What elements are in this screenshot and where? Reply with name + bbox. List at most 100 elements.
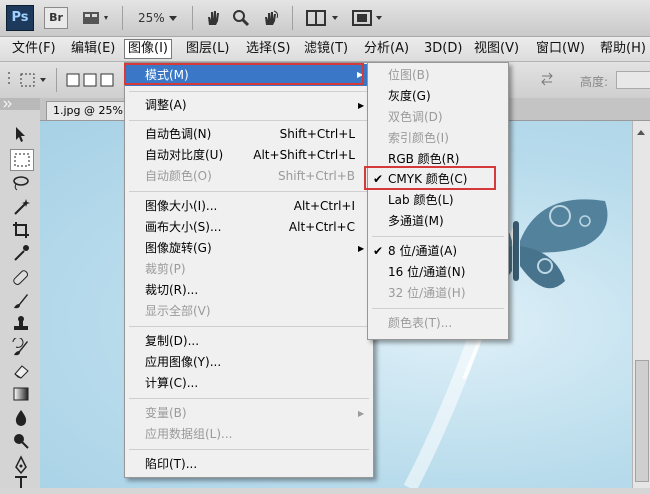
menu-item-adjustments[interactable]: 调整(A) ▶ xyxy=(125,95,373,116)
lasso-tool-icon[interactable] xyxy=(10,173,32,193)
menu-item-canvas-size[interactable]: 画布大小(S)... Alt+Ctrl+C xyxy=(125,217,373,238)
menu-item-apply-image[interactable]: 应用图像(Y)... xyxy=(125,352,373,373)
menu-bar: 文件(F) 编辑(E) 图像(I) 图层(L) 选择(S) 滤镜(T) 分析(A… xyxy=(0,37,650,62)
menu-layer[interactable]: 图层(L) xyxy=(183,40,232,58)
divider xyxy=(192,6,193,30)
checkmark-icon: ✔ xyxy=(373,244,384,258)
submenu-item-16-bit[interactable]: 16 位/通道(N) xyxy=(368,262,508,283)
menu-item-label: 调整(A) xyxy=(145,98,187,112)
menu-item-label: 应用图像(Y)... xyxy=(145,355,222,369)
menu-item-label: 自动颜色(O) xyxy=(145,169,212,183)
menu-image[interactable]: 图像(I) xyxy=(124,39,172,59)
menu-item-duplicate[interactable]: 复制(D)... xyxy=(125,331,373,352)
dodge-tool-icon[interactable] xyxy=(10,431,32,451)
submenu-item-32-bit: 32 位/通道(H) xyxy=(368,283,508,304)
menu-filter[interactable]: 滤镜(T) xyxy=(301,40,351,58)
submenu-item-bitmap: 位图(B) xyxy=(368,65,508,86)
menu-item-image-size[interactable]: 图像大小(I)... Alt+Ctrl+I xyxy=(125,196,373,217)
menu-item-image-rotation[interactable]: 图像旋转(G) ▶ xyxy=(125,238,373,259)
chevron-down-icon[interactable] xyxy=(168,9,178,27)
menu-item-trim[interactable]: 裁切(R)... xyxy=(125,280,373,301)
menu-separator xyxy=(129,191,369,192)
eyedropper-tool-icon[interactable] xyxy=(10,243,32,263)
menu-item-label: 灰度(G) xyxy=(388,89,431,103)
menu-item-shortcut: Alt+Ctrl+C xyxy=(288,220,355,234)
menu-item-label: Lab 颜色(L) xyxy=(388,193,454,207)
submenu-item-grayscale[interactable]: 灰度(G) xyxy=(368,86,508,107)
menu-view[interactable]: 视图(V) xyxy=(471,40,522,58)
menu-3d[interactable]: 3D(D) xyxy=(421,40,465,58)
swap-icon[interactable] xyxy=(540,72,553,86)
menu-window[interactable]: 窗口(W) xyxy=(533,40,588,58)
clone-stamp-tool-icon[interactable] xyxy=(10,314,32,334)
menu-item-label: 自动色调(N) xyxy=(145,127,212,141)
menu-separator xyxy=(129,91,369,92)
annotation-box-cmyk xyxy=(364,166,496,190)
menu-edit[interactable]: 编辑(E) xyxy=(68,40,118,58)
submenu-item-indexed-color: 索引颜色(I) xyxy=(368,128,508,149)
gradient-tool-icon[interactable] xyxy=(10,384,32,404)
menu-item-label: 显示全部(V) xyxy=(145,304,211,318)
scroll-up-icon[interactable] xyxy=(636,125,646,139)
menu-item-auto-color: 自动颜色(O) Shift+Ctrl+B xyxy=(125,166,373,187)
blur-tool-icon[interactable] xyxy=(10,408,32,428)
healing-brush-tool-icon[interactable] xyxy=(10,268,32,288)
history-brush-tool-icon[interactable] xyxy=(10,336,32,358)
menu-analysis[interactable]: 分析(A) xyxy=(361,40,412,58)
menu-help[interactable]: 帮助(H) xyxy=(597,40,649,58)
menu-item-auto-tone[interactable]: 自动色调(N) Shift+Ctrl+L xyxy=(125,124,373,145)
screen-mode-icon[interactable] xyxy=(352,9,386,27)
divider xyxy=(122,6,123,30)
marquee-tool-icon[interactable] xyxy=(10,149,34,171)
eraser-tool-icon[interactable] xyxy=(10,361,32,381)
bridge-icon[interactable]: Br xyxy=(44,7,68,29)
menu-item-label: 16 位/通道(N) xyxy=(388,265,466,279)
height-input[interactable] xyxy=(616,71,650,89)
view-extras-icon[interactable] xyxy=(82,9,112,27)
menu-item-label: 8 位/通道(A) xyxy=(388,244,458,258)
zoom-icon[interactable] xyxy=(232,9,250,27)
menu-item-variables: 变量(B) ▶ xyxy=(125,403,373,424)
menu-item-label: 画布大小(S)... xyxy=(145,220,222,234)
submenu-item-color-table: 颜色表(T)... xyxy=(368,313,508,334)
submenu-item-lab-color[interactable]: Lab 颜色(L) xyxy=(368,190,508,211)
scrollbar-thumb[interactable] xyxy=(635,360,649,482)
menu-item-crop: 裁剪(P) xyxy=(125,259,373,280)
marquee-preset-icon[interactable] xyxy=(20,72,50,91)
menu-separator xyxy=(129,120,369,121)
submenu-item-duotone: 双色调(D) xyxy=(368,107,508,128)
submenu-arrow-icon: ▶ xyxy=(358,409,365,418)
menu-item-auto-contrast[interactable]: 自动对比度(U) Alt+Shift+Ctrl+L xyxy=(125,145,373,166)
hand-icon[interactable] xyxy=(204,9,222,27)
pen-tool-icon[interactable] xyxy=(10,455,32,475)
submenu-item-multichannel[interactable]: 多通道(M) xyxy=(368,211,508,232)
submenu-arrow-icon: ▶ xyxy=(358,101,365,110)
menu-separator xyxy=(129,398,369,399)
submenu-item-8-bit[interactable]: ✔ 8 位/通道(A) xyxy=(368,241,508,262)
annotation-box-mode xyxy=(124,63,364,85)
mode-submenu: 位图(B) 灰度(G) 双色调(D) 索引颜色(I) RGB 颜色(R) ✔ C… xyxy=(367,62,509,340)
rotate-view-icon[interactable] xyxy=(262,9,280,27)
submenu-arrow-icon: ▶ xyxy=(358,244,365,253)
arrange-documents-icon[interactable] xyxy=(306,9,342,27)
magic-wand-tool-icon[interactable] xyxy=(10,197,32,217)
menu-item-shortcut: Shift+Ctrl+L xyxy=(279,127,355,141)
menu-item-calculations[interactable]: 计算(C)... xyxy=(125,373,373,394)
image-menu: 模式(M) ▶ 调整(A) ▶ 自动色调(N) Shift+Ctrl+L 自动对… xyxy=(124,62,374,478)
menu-item-label: 多通道(M) xyxy=(388,214,444,228)
menu-item-label: 图像旋转(G) xyxy=(145,241,212,255)
brush-tool-icon[interactable] xyxy=(10,291,32,311)
zoom-level[interactable]: 25% xyxy=(138,9,165,27)
menu-item-label: 索引颜色(I) xyxy=(388,131,449,145)
menu-separator xyxy=(372,308,504,309)
move-tool-icon[interactable] xyxy=(10,124,32,144)
new-selection-icon[interactable] xyxy=(66,72,122,91)
type-tool-icon[interactable] xyxy=(10,474,32,494)
menu-item-label: 陷印(T)... xyxy=(145,457,198,471)
menu-file[interactable]: 文件(F) xyxy=(9,40,59,58)
menu-item-trap[interactable]: 陷印(T)... xyxy=(125,454,373,475)
menu-item-label: 裁切(R)... xyxy=(145,283,199,297)
menu-item-shortcut: Alt+Ctrl+I xyxy=(293,199,355,213)
menu-select[interactable]: 选择(S) xyxy=(243,40,293,58)
crop-tool-icon[interactable] xyxy=(10,220,32,240)
